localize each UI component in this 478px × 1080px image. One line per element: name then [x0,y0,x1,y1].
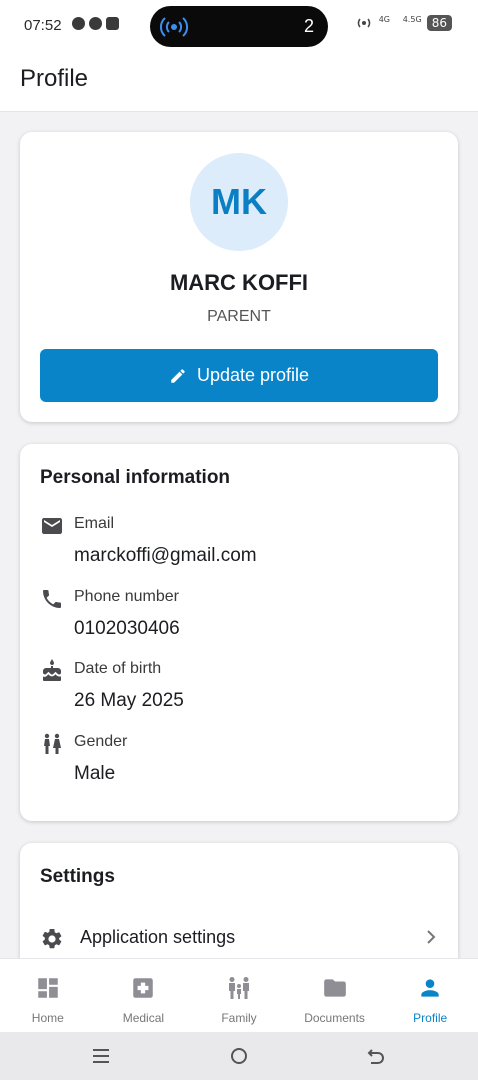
profile-card: MK MARC KOFFI PARENT Update profile [20,132,458,422]
facebook-icon [89,17,102,30]
notification-count: 2 [303,16,314,36]
status-right-icons: 4G 4.5G 86 [355,15,452,31]
status-time: 07:52 [24,17,62,34]
person-icon [421,979,439,997]
system-navigation-bar [0,1032,478,1080]
application-settings-row[interactable]: Application settings [40,925,438,953]
signal-icon-1: 4G [378,15,391,24]
email-label: Email [74,515,115,532]
page-title: Profile [20,65,89,92]
nav-label-medical: Medical [122,1011,165,1025]
update-profile-label: Update profile [196,365,310,385]
nav-item-documents[interactable]: Documents [287,959,383,1032]
gender-icon [44,733,61,754]
battery-indicator: 86 [426,15,452,31]
folder-icon [323,979,346,997]
medical-cross-icon [133,978,154,998]
phone-icon [43,590,61,608]
phone-value: 0102030406 [74,618,180,639]
nav-item-home[interactable]: Home [0,959,96,1032]
avatar: MK [190,153,288,251]
game-icon [106,17,119,30]
broadcast-icon [160,17,188,37]
home-circle-icon[interactable] [229,1044,249,1068]
gender-value: Male [74,763,116,784]
info-row-email: Email marckoffi@gmail.com [40,514,438,574]
hotspot-icon [357,18,370,28]
info-row-birthdate: Date of birth 26 May 2025 [40,659,438,719]
email-value: marckoffi@gmail.com [74,545,257,566]
nav-item-medical[interactable]: Medical [96,959,192,1032]
nav-label-profile: Profile [413,1011,448,1025]
nav-item-profile[interactable]: Profile [382,959,478,1032]
profile-role: PARENT [207,308,271,325]
recent-apps-icon[interactable] [91,1044,111,1068]
birthdate-label: Date of birth [74,660,162,677]
status-notification-icons [72,17,119,30]
snapchat-icon [72,17,85,30]
status-bar: 07:52 2 4G 4.5G 86 [0,0,478,52]
family-icon [228,977,249,999]
info-row-gender: Gender Male [40,732,438,792]
phone-label: Phone number [74,588,179,605]
app-bar: Profile [0,52,478,112]
nav-item-family[interactable]: Family [191,959,287,1032]
dynamic-notification-pill[interactable]: 2 [150,6,328,47]
birthdate-value: 26 May 2025 [74,690,184,711]
gear-icon [42,928,62,949]
nav-label-home: Home [31,1011,64,1025]
update-profile-button[interactable]: Update profile [40,349,438,402]
signal-icon-2: 4.5G [402,15,422,24]
pencil-icon [171,368,185,383]
dashboard-icon [38,978,58,998]
back-icon[interactable] [366,1044,386,1068]
cake-icon [43,659,61,681]
personal-info-card: Personal information Email marckoffi@gma… [20,444,458,821]
info-row-phone: Phone number 0102030406 [40,587,438,647]
profile-name: MARC KOFFI [169,270,309,295]
nav-label-family: Family [221,1011,257,1025]
bottom-navigation: Home Medical Family Documents Profile [0,958,478,1032]
mail-icon [42,518,62,534]
section-title: Personal information [40,467,231,488]
settings-title: Settings [40,866,115,887]
gender-label: Gender [74,733,128,750]
chevron-right-icon [427,930,436,944]
application-settings-label: Application settings [80,927,236,947]
nav-label-documents: Documents [304,1011,365,1025]
